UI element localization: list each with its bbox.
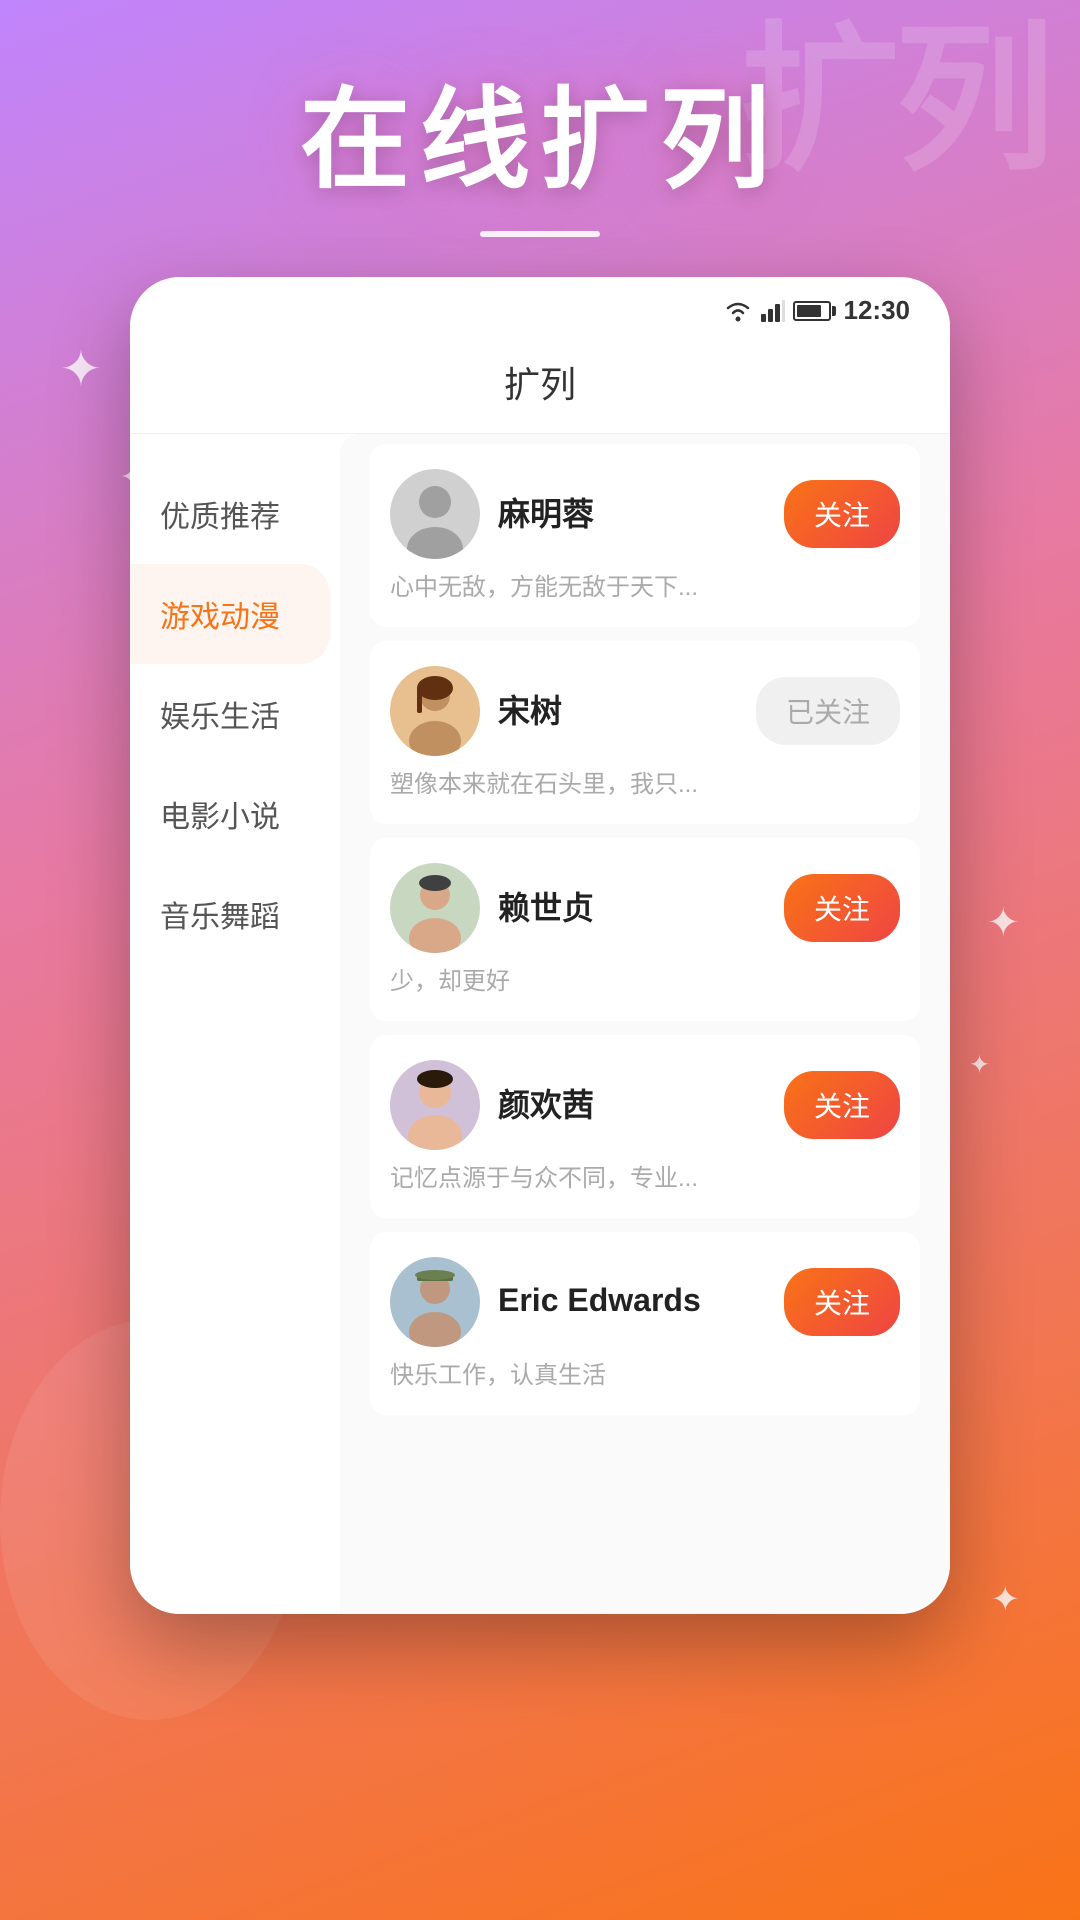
battery-icon: [793, 301, 831, 321]
app-header: 扩列: [130, 336, 950, 434]
hero-section: 在线扩列: [0, 0, 1080, 277]
screen-title: 扩列: [504, 364, 576, 405]
sparkle-icon-3: ✦: [986, 900, 1020, 946]
avatar: [390, 666, 480, 756]
user-info: 宋树: [498, 686, 738, 736]
list-item: 赖世贞 关注 少，却更好: [370, 838, 920, 1021]
sparkle-icon-1: ✦: [60, 340, 102, 398]
user-desc: 记忆点源于与众不同，专业...: [390, 1158, 900, 1193]
list-item: 麻明蓉 关注 心中无敌，方能无敌于天下...: [370, 444, 920, 627]
main-content: 优质推荐 游戏动漫 娱乐生活 电影小说 音乐舞蹈: [130, 434, 950, 1614]
user-name: Eric Edwards: [498, 1282, 766, 1319]
user-name: 赖世贞: [498, 883, 766, 929]
follow-button[interactable]: 已关注: [756, 677, 900, 745]
signal-icon: [761, 300, 785, 322]
avatar: [390, 1060, 480, 1150]
status-bar: 12:30: [130, 277, 950, 336]
user-info: 赖世贞: [498, 883, 766, 933]
hero-divider: [480, 231, 600, 237]
sparkle-icon-4: ✦: [969, 1050, 990, 1080]
follow-button[interactable]: 关注: [784, 874, 900, 942]
user-info: 麻明蓉: [498, 489, 766, 539]
sparkle-icon-5: ✦: [991, 1580, 1020, 1620]
user-name: 颜欢茜: [498, 1080, 766, 1126]
phone-mockup: 12:30 扩列 优质推荐 游戏动漫 娱乐生活 电影小说 音乐舞蹈: [130, 277, 950, 1614]
avatar: [390, 863, 480, 953]
user-name: 宋树: [498, 686, 738, 732]
avatar: [390, 1257, 480, 1347]
user-desc: 快乐工作，认真生活: [390, 1355, 900, 1390]
list-item: 颜欢茜 关注 记忆点源于与众不同，专业...: [370, 1035, 920, 1218]
follow-button[interactable]: 关注: [784, 1071, 900, 1139]
sidebar-item-music[interactable]: 音乐舞蹈: [130, 864, 340, 964]
user-info: 颜欢茜: [498, 1080, 766, 1130]
avatar: [390, 469, 480, 559]
status-icons: 12:30: [723, 295, 911, 326]
list-item: Eric Edwards 关注 快乐工作，认真生活: [370, 1232, 920, 1415]
status-time: 12:30: [844, 295, 911, 326]
sidebar-item-movie[interactable]: 电影小说: [130, 764, 340, 864]
sidebar-item-entertainment[interactable]: 娱乐生活: [130, 664, 340, 764]
list-item: 宋树 已关注 塑像本来就在石头里，我只...: [370, 641, 920, 824]
user-desc: 塑像本来就在石头里，我只...: [390, 764, 900, 799]
wifi-icon: [723, 300, 753, 322]
user-list: 麻明蓉 关注 心中无敌，方能无敌于天下...: [340, 434, 950, 1614]
follow-button[interactable]: 关注: [784, 480, 900, 548]
sidebar-item-quality[interactable]: 优质推荐: [130, 464, 340, 564]
sidebar: 优质推荐 游戏动漫 娱乐生活 电影小说 音乐舞蹈: [130, 434, 340, 1614]
user-name: 麻明蓉: [498, 489, 766, 535]
user-info: Eric Edwards: [498, 1282, 766, 1323]
user-desc: 心中无敌，方能无敌于天下...: [390, 567, 900, 602]
user-desc: 少，却更好: [390, 961, 900, 996]
sidebar-item-game[interactable]: 游戏动漫: [130, 564, 330, 664]
hero-title: 在线扩列: [0, 80, 1080, 201]
follow-button[interactable]: 关注: [784, 1268, 900, 1336]
